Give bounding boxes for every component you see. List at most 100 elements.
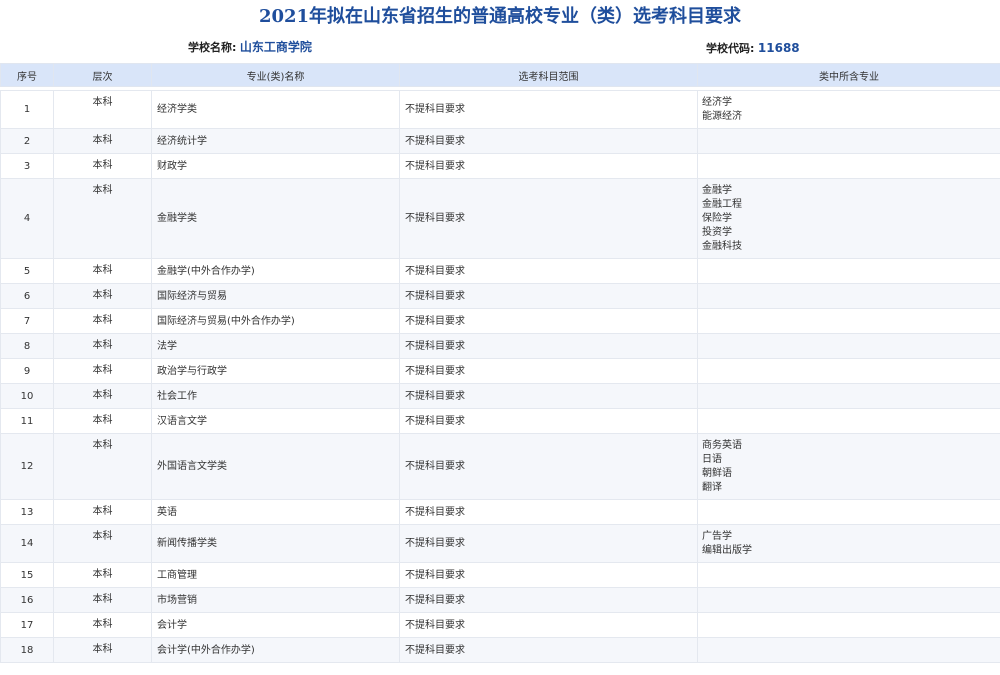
row-included-majors — [698, 359, 1000, 384]
row-level: 本科 — [54, 384, 152, 409]
row-subject-range: 不提科目要求 — [400, 309, 698, 334]
row-subject-range: 不提科目要求 — [400, 525, 698, 563]
row-index: 12 — [1, 434, 54, 500]
row-level: 本科 — [54, 154, 152, 179]
row-subject-range: 不提科目要求 — [400, 613, 698, 638]
table-row: 1本科经济学类不提科目要求经济学能源经济 — [1, 91, 1000, 129]
school-name: 山东工商学院 — [240, 40, 312, 54]
row-subject-range: 不提科目要求 — [400, 434, 698, 500]
row-major-name: 国际经济与贸易 — [152, 284, 400, 309]
header-level: 层次 — [54, 64, 152, 87]
header-included-majors: 类中所含专业 — [698, 64, 1000, 87]
row-major-name: 新闻传播学类 — [152, 525, 400, 563]
school-code-block: 学校代码: 11688 — [706, 40, 800, 56]
row-subject-range: 不提科目要求 — [400, 500, 698, 525]
row-subject-range: 不提科目要求 — [400, 179, 698, 259]
school-code-label: 学校代码: — [706, 42, 754, 55]
row-index: 10 — [1, 384, 54, 409]
included-major: 编辑出版学 — [702, 544, 996, 558]
row-subject-range: 不提科目要求 — [400, 359, 698, 384]
row-level: 本科 — [54, 588, 152, 613]
row-subject-range: 不提科目要求 — [400, 638, 698, 663]
row-index: 16 — [1, 588, 54, 613]
row-index: 13 — [1, 500, 54, 525]
row-subject-range: 不提科目要求 — [400, 384, 698, 409]
row-level: 本科 — [54, 309, 152, 334]
row-included-majors — [698, 409, 1000, 434]
row-included-majors: 商务英语日语朝鲜语翻译 — [698, 434, 1000, 500]
row-major-name: 政治学与行政学 — [152, 359, 400, 384]
header-index: 序号 — [1, 64, 54, 87]
row-level: 本科 — [54, 525, 152, 563]
school-info: 学校名称: 山东工商学院 学校代码: 11688 — [0, 33, 1000, 63]
table-row: 9本科政治学与行政学不提科目要求 — [1, 359, 1000, 384]
table-row: 5本科金融学(中外合作办学)不提科目要求 — [1, 259, 1000, 284]
table-row: 15本科工商管理不提科目要求 — [1, 563, 1000, 588]
row-level: 本科 — [54, 434, 152, 500]
row-index: 14 — [1, 525, 54, 563]
table-row: 13本科英语不提科目要求 — [1, 500, 1000, 525]
included-major: 翻译 — [702, 481, 996, 495]
school-code: 11688 — [758, 41, 800, 55]
row-index: 3 — [1, 154, 54, 179]
school-name-block: 学校名称: 山东工商学院 — [188, 38, 312, 55]
row-major-name: 汉语言文学 — [152, 409, 400, 434]
header-subject-range: 选考科目范围 — [400, 64, 698, 87]
row-index: 5 — [1, 259, 54, 284]
row-included-majors — [698, 259, 1000, 284]
row-level: 本科 — [54, 284, 152, 309]
row-major-name: 会计学(中外合作办学) — [152, 638, 400, 663]
table-row: 8本科法学不提科目要求 — [1, 334, 1000, 359]
row-subject-range: 不提科目要求 — [400, 409, 698, 434]
row-index: 8 — [1, 334, 54, 359]
row-index: 18 — [1, 638, 54, 663]
included-major: 投资学 — [702, 226, 996, 240]
row-included-majors — [698, 284, 1000, 309]
row-index: 4 — [1, 179, 54, 259]
row-level: 本科 — [54, 91, 152, 129]
row-included-majors — [698, 638, 1000, 663]
table-row: 17本科会计学不提科目要求 — [1, 613, 1000, 638]
row-major-name: 工商管理 — [152, 563, 400, 588]
row-level: 本科 — [54, 129, 152, 154]
included-major: 保险学 — [702, 212, 996, 226]
row-major-name: 外国语言文学类 — [152, 434, 400, 500]
table-row: 3本科财政学不提科目要求 — [1, 154, 1000, 179]
table-row: 2本科经济统计学不提科目要求 — [1, 129, 1000, 154]
row-included-majors: 金融学金融工程保险学投资学金融科技 — [698, 179, 1000, 259]
table-row: 10本科社会工作不提科目要求 — [1, 384, 1000, 409]
row-major-name: 国际经济与贸易(中外合作办学) — [152, 309, 400, 334]
row-major-name: 财政学 — [152, 154, 400, 179]
row-subject-range: 不提科目要求 — [400, 588, 698, 613]
row-included-majors — [698, 129, 1000, 154]
row-subject-range: 不提科目要求 — [400, 129, 698, 154]
table-row: 4本科金融学类不提科目要求金融学金融工程保险学投资学金融科技 — [1, 179, 1000, 259]
row-index: 9 — [1, 359, 54, 384]
row-subject-range: 不提科目要求 — [400, 563, 698, 588]
row-major-name: 经济学类 — [152, 91, 400, 129]
row-included-majors: 经济学能源经济 — [698, 91, 1000, 129]
row-level: 本科 — [54, 179, 152, 259]
included-major: 朝鲜语 — [702, 467, 996, 481]
row-major-name: 市场营销 — [152, 588, 400, 613]
row-included-majors — [698, 154, 1000, 179]
row-major-name: 社会工作 — [152, 384, 400, 409]
table-row: 16本科市场营销不提科目要求 — [1, 588, 1000, 613]
included-major: 日语 — [702, 453, 996, 467]
row-index: 2 — [1, 129, 54, 154]
row-included-majors — [698, 334, 1000, 359]
row-included-majors — [698, 613, 1000, 638]
row-level: 本科 — [54, 638, 152, 663]
row-level: 本科 — [54, 259, 152, 284]
row-included-majors: 广告学编辑出版学 — [698, 525, 1000, 563]
row-included-majors — [698, 588, 1000, 613]
row-included-majors — [698, 384, 1000, 409]
row-subject-range: 不提科目要求 — [400, 284, 698, 309]
header-major-name: 专业(类)名称 — [152, 64, 400, 87]
row-subject-range: 不提科目要求 — [400, 91, 698, 129]
included-major: 金融学 — [702, 184, 996, 198]
row-level: 本科 — [54, 334, 152, 359]
included-major: 金融工程 — [702, 198, 996, 212]
row-level: 本科 — [54, 500, 152, 525]
subject-requirements-table: 序号 层次 专业(类)名称 选考科目范围 类中所含专业 1本科经济学类不提科目要… — [0, 63, 1000, 663]
